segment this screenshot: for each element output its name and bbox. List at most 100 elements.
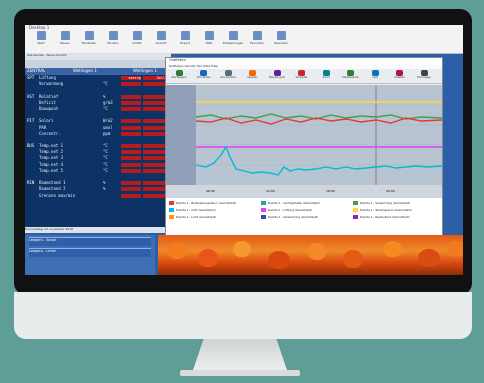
row-value — [121, 181, 141, 186]
list-item[interactable]: Lexigens - Kassel — [29, 237, 151, 246]
row-value — [121, 125, 141, 130]
toolbar-icon — [132, 31, 142, 40]
chart-tool-label: Toevoegen — [417, 76, 431, 79]
row-value — [143, 187, 165, 192]
legend-swatch — [169, 201, 174, 205]
legend-label: Ruimte 1 - Raamstand (Gemiddeld) — [360, 215, 410, 219]
legend-swatch — [169, 215, 174, 219]
toolbar-icon — [84, 31, 94, 40]
row-unit: ppm — [103, 130, 111, 136]
toolbar-button[interactable]: Beenden — [271, 31, 291, 51]
legend-swatch — [169, 208, 174, 212]
toolbar-button[interactable]: Grafik — [127, 31, 147, 51]
row-label: Solari — [39, 118, 54, 124]
legend-item[interactable]: Ruimte 1 - Verwarming (Gemiddeld) — [261, 215, 318, 220]
legend-item[interactable]: Ruimte 1 - CO2 (Gemiddeld) — [169, 208, 216, 213]
table-row[interactable]: Grenzen max/min — [25, 193, 171, 199]
toolbar-button[interactable]: Einstellen — [79, 31, 99, 51]
legend-swatch — [261, 208, 266, 212]
row-label: Temp.net 4 — [39, 161, 64, 167]
legend-label: Ruimte 1 - Verwarming (Gemiddeld) — [268, 215, 319, 219]
toolbar-button[interactable]: Hilfe — [199, 31, 219, 51]
legend-swatch — [261, 215, 266, 219]
toolbar-label: Monitor — [107, 41, 119, 45]
chart-toolbar-button[interactable]: Nieuwe graf. — [267, 70, 287, 82]
toolbar-icon — [276, 31, 286, 40]
chart-toolbar-button[interactable]: Instellen — [390, 70, 410, 82]
row-value — [143, 82, 165, 87]
toolbar-button[interactable]: Neues — [55, 31, 75, 51]
chart-tool-label: Opslaan — [247, 76, 258, 79]
row-value — [121, 82, 141, 87]
main-toolbar: Desktop 1 Start Neues Einstellen Monitor Gra… — [25, 25, 463, 54]
toolbar-button[interactable]: Einstellungen — [223, 31, 243, 51]
toolbar-label: Hilfe — [205, 41, 213, 45]
row-value — [143, 144, 165, 149]
panel-tools[interactable] — [25, 60, 171, 68]
chart-legend: Ruimte 1 - Buitentemperatuur (Gemiddeld)… — [166, 198, 442, 236]
chart-tool-label: Informatie — [196, 76, 211, 79]
row-unit: °C — [103, 149, 108, 155]
row-value — [143, 125, 165, 130]
chart-toolbar-button[interactable]: Informatie — [194, 70, 214, 82]
panel-header: Alle Kanäle - Neue Ansicht — [25, 53, 171, 60]
row-unit: W/m2 — [103, 118, 113, 124]
row-label: Relatief — [39, 93, 59, 99]
app-title: Desktop 1 — [29, 25, 50, 30]
row-value — [121, 150, 141, 155]
legend-item[interactable]: Ruimte 1 - Vochtgehalte (Gemiddeld) — [261, 201, 320, 206]
chart-toolbar-button[interactable]: Alle Sensors — [218, 70, 238, 82]
row-label: Lüftung — [39, 75, 56, 80]
col-mid: Wetlingen 1 — [73, 68, 97, 73]
legend-item[interactable]: Ruimte 1 - Lüftung (Gemiddeld) — [261, 208, 312, 213]
row-unit: °C — [103, 143, 108, 149]
row-group: PIT — [27, 118, 35, 124]
chart-window: Grafieken Grafieken Venster Tijd Data He… — [165, 57, 443, 237]
legend-item[interactable]: Ruimte 1 - Buitentemperatuur (Gemiddeld) — [169, 201, 236, 206]
legend-item[interactable]: Ruimte 1 - Licht (Gemiddeld) — [169, 215, 216, 220]
chart-toolbar-button[interactable]: Opslaan — [243, 70, 263, 82]
toolbar-icon — [156, 31, 166, 40]
chart-toolbar-button[interactable]: Verwijder — [292, 70, 312, 82]
row-group: BUS — [27, 143, 35, 149]
row-unit: % — [103, 180, 106, 186]
list-item[interactable]: Lexigens - Lichte — [29, 248, 151, 257]
toolbar-label: Beenden — [274, 41, 288, 45]
row-label: Raamstand 2 — [39, 186, 66, 192]
row-value — [143, 94, 165, 99]
row-value — [143, 119, 165, 124]
legend-item[interactable]: Ruimte 1 - Stralingssom (Gemiddeld) — [353, 208, 412, 213]
row-unit: °C — [103, 105, 108, 111]
toolbar-button[interactable]: Monitor — [103, 31, 123, 51]
chart-toolbar-button[interactable]: Scroll — [316, 70, 336, 82]
toolbar-button[interactable]: Export — [175, 31, 195, 51]
time-label: 12:00 — [266, 189, 275, 193]
column-header: ZENTRAL Wetlingen 1 Wetlingen 1 — [25, 68, 171, 75]
row-group: RIN — [27, 180, 35, 186]
plot-area[interactable] — [166, 85, 442, 185]
legend-item[interactable]: Ruimte 1 - Verwarming (Gemiddeld) — [353, 201, 410, 206]
toolbar-button[interactable]: Ansicht — [151, 31, 171, 51]
toolbar-label: Einstellungen — [223, 41, 244, 45]
chart-tool-label: Scroll — [322, 76, 330, 79]
time-scroll-bar[interactable]: 06:00 12:00 18:00 00:00 — [166, 185, 442, 198]
row-unit: % — [103, 186, 106, 192]
toolbar-button[interactable]: Start — [31, 31, 51, 51]
row-value — [121, 187, 141, 192]
row-value — [121, 193, 141, 198]
row-label: Temp.net 5 — [39, 167, 64, 173]
toolbar-label: Ansicht — [155, 41, 167, 45]
toolbar-button[interactable]: Favoriten — [247, 31, 267, 51]
chart-toolbar-button[interactable]: Toevoegen — [414, 70, 434, 82]
toolbar-icon — [36, 31, 46, 40]
row-label: PAR — [39, 124, 47, 130]
bottom-left-panel: Lexigens - Kassel Lexigens - Lichte — [25, 235, 155, 275]
row-value — [121, 144, 141, 149]
chart-toolbar-button[interactable]: Meetwaarde — [341, 70, 361, 82]
chart-toolbar-button[interactable]: Startpagina — [169, 70, 189, 82]
row-label: Temp.net 2 — [39, 149, 64, 155]
legend-swatch — [353, 208, 358, 212]
row-value — [143, 168, 165, 173]
legend-item[interactable]: Ruimte 1 - Raamstand (Gemiddeld) — [353, 215, 410, 220]
chart-toolbar-button[interactable]: Lijst — [365, 70, 385, 82]
